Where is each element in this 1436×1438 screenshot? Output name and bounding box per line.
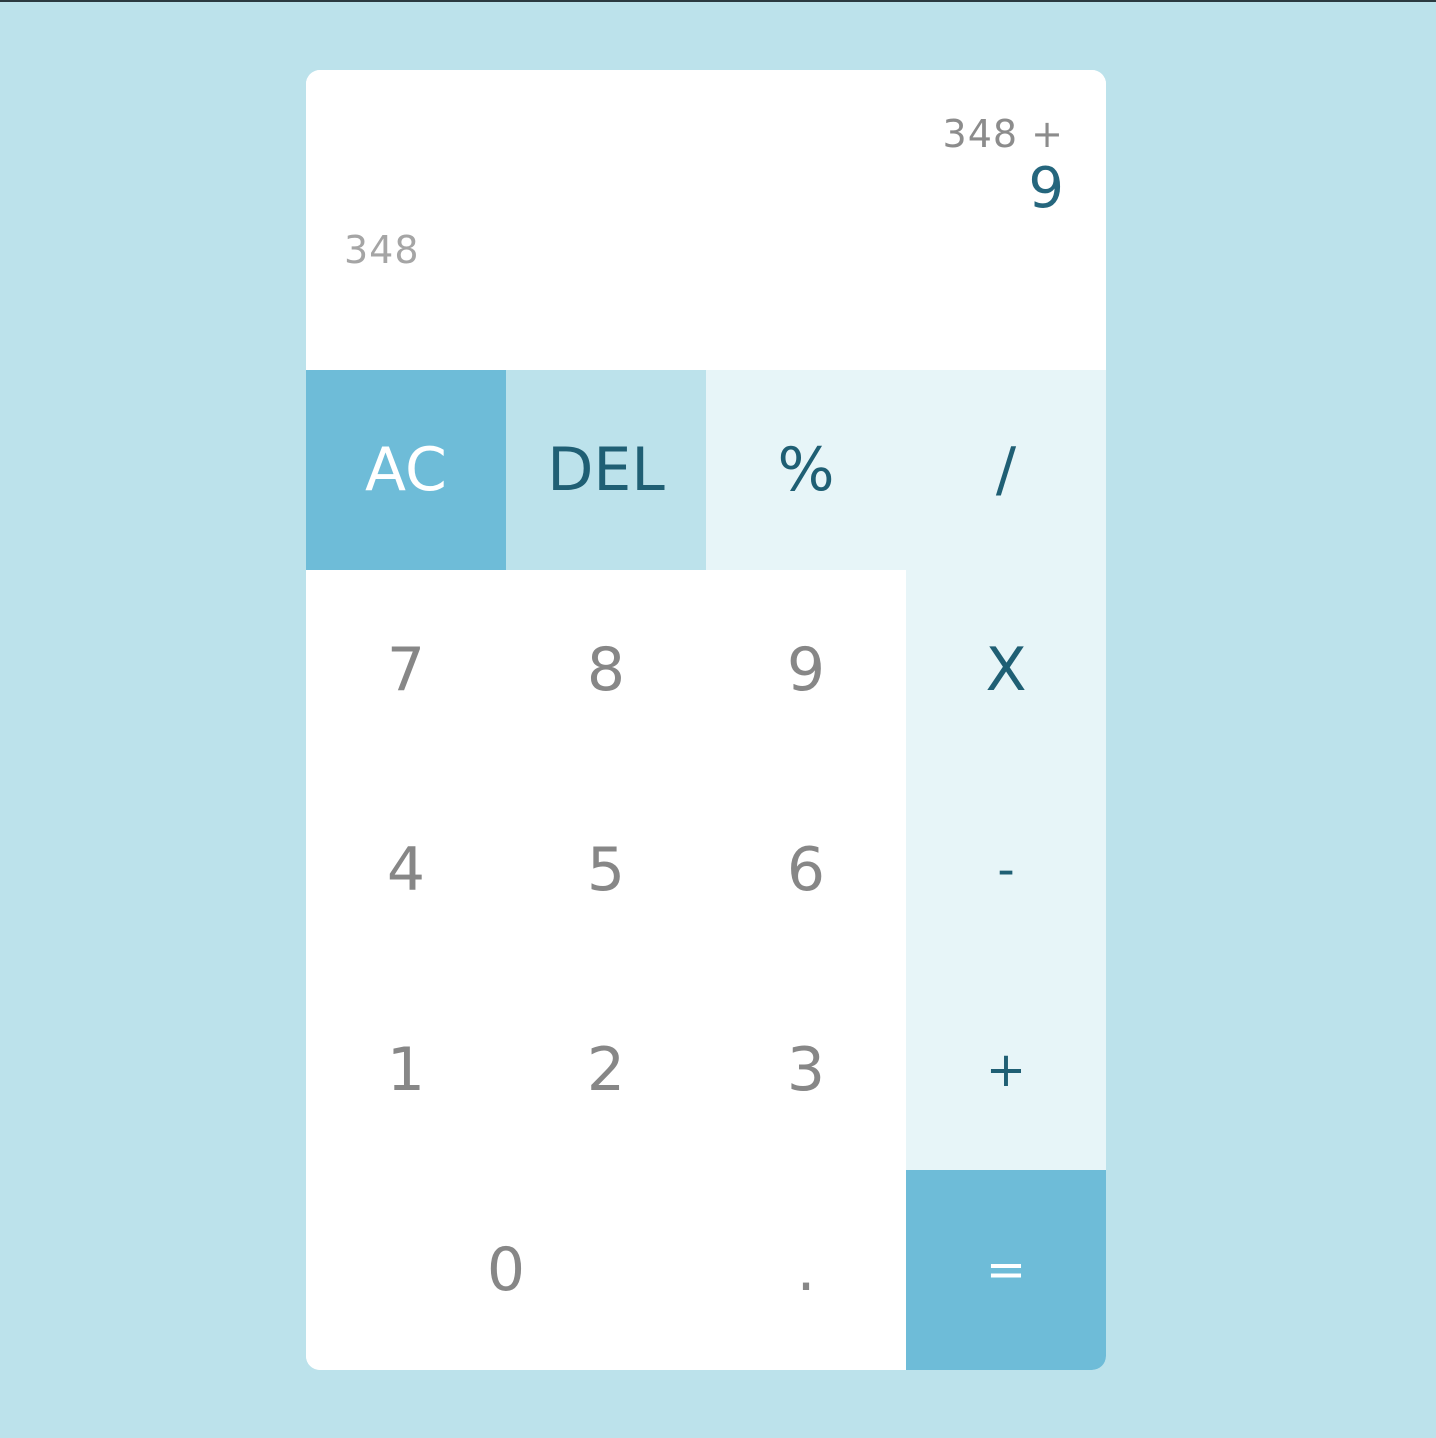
percent-button[interactable]: % [706, 370, 906, 570]
digit-8-button[interactable]: 8 [506, 570, 706, 770]
equals-button[interactable]: = [906, 1170, 1106, 1370]
digit-2-button[interactable]: 2 [506, 970, 706, 1170]
previous-operand: 348 + [942, 112, 1064, 156]
multiply-button[interactable]: X [906, 570, 1106, 770]
current-operand: 9 [1028, 156, 1064, 221]
decimal-button[interactable]: . [706, 1170, 906, 1370]
digit-0-button[interactable]: 0 [306, 1170, 706, 1370]
top-border [0, 0, 1436, 2]
keypad: AC DEL % / 7 8 9 X 4 5 6 - 1 2 3 + 0 . = [306, 370, 1106, 1370]
subtract-button[interactable]: - [906, 770, 1106, 970]
digit-6-button[interactable]: 6 [706, 770, 906, 970]
divide-button[interactable]: / [906, 370, 1106, 570]
delete-button[interactable]: DEL [506, 370, 706, 570]
add-button[interactable]: + [906, 970, 1106, 1170]
display: 348 + 9 348 [306, 70, 1106, 370]
all-clear-button[interactable]: AC [306, 370, 506, 570]
digit-3-button[interactable]: 3 [706, 970, 906, 1170]
calculator: 348 + 9 348 AC DEL % / 7 8 9 X 4 5 6 - 1… [306, 70, 1106, 1370]
digit-7-button[interactable]: 7 [306, 570, 506, 770]
digit-9-button[interactable]: 9 [706, 570, 906, 770]
running-value: 348 [344, 228, 420, 272]
digit-5-button[interactable]: 5 [506, 770, 706, 970]
digit-1-button[interactable]: 1 [306, 970, 506, 1170]
digit-4-button[interactable]: 4 [306, 770, 506, 970]
